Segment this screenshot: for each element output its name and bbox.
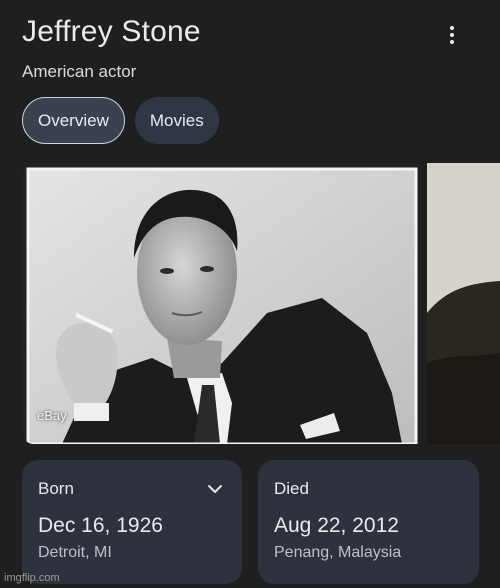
born-place: Detroit, MI [38,544,112,561]
died-place: Penang, Malaysia [274,544,402,561]
more-options-icon[interactable] [446,24,458,46]
actor-photo[interactable]: eBay [22,163,421,444]
tab-movies[interactable]: Movies [134,97,219,144]
secondary-photo-image [427,163,500,444]
secondary-photo[interactable] [427,163,500,444]
image-gallery: eBay [22,163,500,444]
born-label: Born [38,479,74,498]
watermark: imgflip.com [4,572,60,584]
tab-bar: Overview Movies [22,97,219,144]
tab-overview[interactable]: Overview [22,97,125,144]
died-label: Died [274,479,309,498]
died-date: Aug 22, 2012 [274,514,399,537]
born-date: Dec 16, 1926 [38,514,163,537]
born-card[interactable]: Born Dec 16, 1926 Detroit, MI [22,460,242,584]
header: Jeffrey Stone American actor [22,14,500,81]
image-source-label: eBay [37,408,67,423]
died-card[interactable]: Died Aug 22, 2012 Penang, Malaysia [258,460,479,584]
page-title: Jeffrey Stone [22,15,201,48]
actor-photo-image [22,163,421,444]
chevron-down-icon[interactable] [206,480,224,498]
page-subtitle: American actor [22,62,137,81]
